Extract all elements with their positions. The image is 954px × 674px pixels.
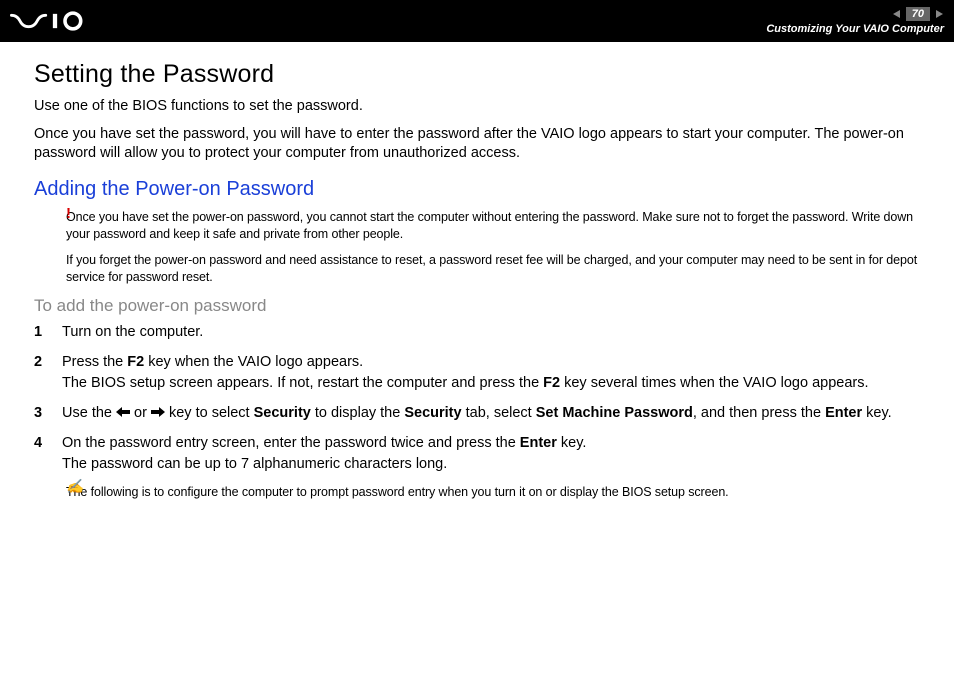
step-number: 4 xyxy=(34,433,62,453)
header-right: 70 Customizing Your VAIO Computer xyxy=(766,7,944,35)
step-text: On the password entry screen, enter the … xyxy=(62,433,920,474)
warning-text-2: If you forget the power-on password and … xyxy=(66,252,920,286)
next-page-arrow-icon[interactable] xyxy=(934,9,944,19)
step-number: 2 xyxy=(34,352,62,372)
step-number: 1 xyxy=(34,322,62,342)
right-arrow-icon xyxy=(151,403,165,423)
vaio-logo xyxy=(10,11,124,31)
page-number: 70 xyxy=(906,7,930,21)
warning-block: ! Once you have set the power-on passwor… xyxy=(34,209,920,287)
tip-text: The following is to configure the comput… xyxy=(66,484,920,501)
page: 70 Customizing Your VAIO Computer Settin… xyxy=(0,0,954,674)
note-icon: ✍ xyxy=(66,478,83,495)
step-item: 1 Turn on the computer. xyxy=(34,322,920,342)
intro-paragraph-1: Use one of the BIOS functions to set the… xyxy=(34,97,920,117)
step-text: Use the or key to select Security to dis… xyxy=(62,403,920,423)
page-title: Setting the Password xyxy=(34,60,920,89)
tip-block: ✍ The following is to configure the comp… xyxy=(34,484,920,501)
steps-list: 1 Turn on the computer. 2 Press the F2 k… xyxy=(34,322,920,474)
step-text: Turn on the computer. xyxy=(62,322,920,342)
step-item: 4 On the password entry screen, enter th… xyxy=(34,433,920,474)
page-nav: 70 xyxy=(892,7,944,21)
step-text: Press the F2 key when the VAIO logo appe… xyxy=(62,352,920,393)
vaio-logo-svg xyxy=(10,11,124,31)
step-item: 3 Use the or key to select Security to d… xyxy=(34,403,920,423)
prev-page-arrow-icon[interactable] xyxy=(892,9,902,19)
sub-heading: To add the power-on password xyxy=(34,296,920,316)
section-heading: Adding the Power-on Password xyxy=(34,178,920,201)
step-number: 3 xyxy=(34,403,62,423)
warning-icon: ! xyxy=(66,205,71,222)
content: Setting the Password Use one of the BIOS… xyxy=(0,42,954,501)
header-bar: 70 Customizing Your VAIO Computer xyxy=(0,0,954,42)
breadcrumb: Customizing Your VAIO Computer xyxy=(766,23,944,35)
left-arrow-icon xyxy=(116,403,130,423)
intro-paragraph-2: Once you have set the password, you will… xyxy=(34,125,920,164)
warning-text-1: Once you have set the power-on password,… xyxy=(66,209,920,243)
step-item: 2 Press the F2 key when the VAIO logo ap… xyxy=(34,352,920,393)
